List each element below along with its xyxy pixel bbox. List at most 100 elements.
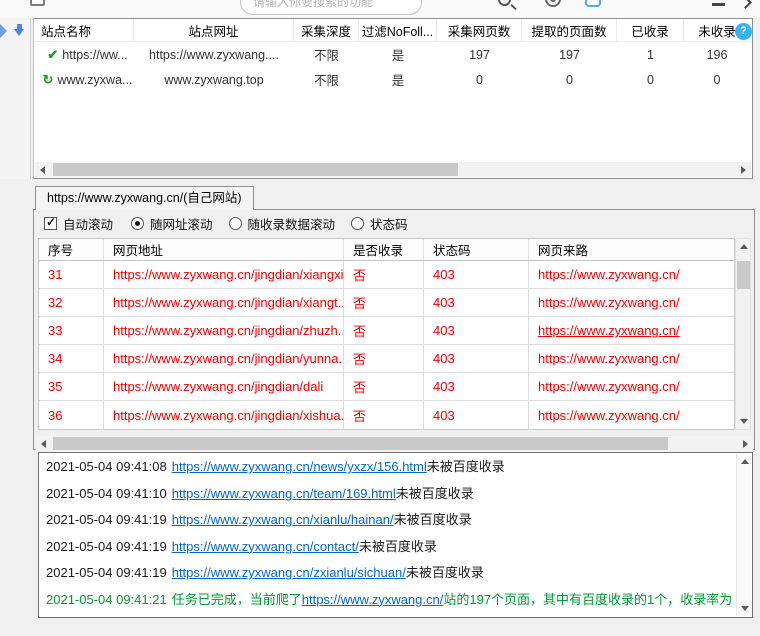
log-entry: 2021-05-04 09:41:21 任务已完成，当前爬了https://www… (46, 587, 734, 619)
top-toolbar (0, 0, 760, 18)
log-timestamp: 2021-05-04 09:41:19 (46, 512, 167, 527)
row-no: 32 (39, 289, 104, 316)
radio-label: 状态码 (370, 214, 408, 233)
scroll-controls: 自动滚动 随网址滚动 随收录数据滚动 状态码 (44, 210, 408, 237)
help-badge[interactable]: ? (735, 23, 752, 40)
table-row[interactable]: ✔ https://ww... https://www.zyxwang.... … (34, 42, 752, 67)
minimize-icon[interactable] (712, 3, 725, 6)
folder-icon[interactable] (30, 0, 45, 6)
scroll-right-icon[interactable] (736, 162, 751, 177)
tab-site[interactable]: https://www.zyxwang.cn/(自己网站) (35, 186, 254, 210)
radio-icon (351, 217, 364, 230)
table-row[interactable]: 34 https://www.zyxwang.cn/jingdian/yunna… (39, 345, 734, 373)
log-timestamp: 2021-05-04 09:41:19 (46, 539, 167, 554)
scrollbar-thumb[interactable] (53, 437, 668, 450)
page-url: https://www.zyxwang.cn/jingdian/xiangt..… (104, 289, 344, 316)
site-status-icon: ✔ (47, 47, 58, 63)
col-extracted[interactable]: 提取的页面数 (522, 19, 617, 41)
app-icon[interactable] (585, 0, 601, 7)
table-row[interactable]: 31 https://www.zyxwang.cn/jingdian/xiang… (39, 261, 734, 289)
log-link[interactable]: https://www.zyxwang.cn/contact/ (172, 539, 359, 554)
col-no[interactable]: 序号 (39, 239, 104, 260)
is-indexed: 否 (344, 345, 424, 372)
search-input[interactable] (240, 0, 422, 15)
log-entry: 2021-05-04 09:41:19 https://www.zyxwang.c… (46, 534, 734, 561)
scroll-down-icon[interactable] (736, 414, 751, 429)
table-row[interactable]: 33 https://www.zyxwang.cn/jingdian/zhuzh… (39, 317, 734, 345)
scroll-right-icon[interactable] (738, 436, 753, 451)
log-timestamp: 2021-05-04 09:41:21 (46, 592, 167, 607)
left-sidebar (0, 18, 31, 179)
scrollbar-thumb[interactable] (53, 163, 458, 176)
expand-icon[interactable] (739, 0, 752, 9)
col-nofollow[interactable]: 过滤NoFoll... (359, 19, 437, 41)
col-site-url[interactable]: 站点网址 (134, 19, 294, 41)
scroll-left-icon[interactable] (35, 162, 50, 177)
radio-option[interactable]: 随收录数据滚动 (229, 214, 336, 233)
col-depth[interactable]: 采集深度 (294, 19, 359, 41)
col-crawled[interactable]: 采集网页数 (437, 19, 522, 41)
referrer: https://www.zyxwang.cn/ (529, 317, 734, 344)
is-indexed: 否 (344, 401, 424, 429)
col-site-name[interactable]: 站点名称 (34, 19, 134, 41)
sites-table: 站点名称 站点网址 采集深度 过滤NoFoll... 采集网页数 提取的页面数 … (33, 18, 753, 179)
log-timestamp: 2021-05-04 09:41:10 (46, 486, 167, 501)
referrer: https://www.zyxwang.cn/ (529, 345, 734, 372)
referrer: https://www.zyxwang.cn/ (529, 261, 734, 288)
scrollbar-thumb[interactable] (737, 261, 750, 289)
log-entry: 2021-05-04 09:41:19 https://www.zyxwang.c… (46, 507, 734, 534)
pages-vertical-scrollbar[interactable] (735, 238, 751, 430)
is-indexed: 否 (344, 289, 424, 316)
site-status-icon: ↻ (43, 72, 54, 88)
scroll-left-icon[interactable] (36, 436, 51, 451)
radio-option[interactable]: 随网址滚动 (131, 214, 213, 233)
gear-icon[interactable] (545, 0, 561, 7)
site-extracted: 197 (522, 48, 617, 62)
table-row[interactable]: 35 https://www.zyxwang.cn/jingdian/dali … (39, 373, 734, 401)
col-is-indexed[interactable]: 是否收录 (344, 239, 424, 260)
log-suffix: 未被百度收录 (406, 565, 484, 580)
autoscroll-checkbox[interactable]: 自动滚动 (44, 214, 113, 233)
col-indexed[interactable]: 已收录 (617, 19, 684, 41)
log-prefix: 任务已完成，当前爬了 (172, 592, 302, 607)
referrer: https://www.zyxwang.cn/ (529, 373, 734, 400)
site-indexed: 1 (617, 48, 684, 62)
pages-table-header: 序号 网页地址 是否收录 状态码 网页来路 (39, 239, 734, 261)
checkbox-icon (44, 217, 57, 230)
table-row[interactable]: 32 https://www.zyxwang.cn/jingdian/xiang… (39, 289, 734, 317)
scroll-up-icon[interactable] (737, 454, 752, 469)
checkbox-label: 自动滚动 (63, 214, 113, 233)
radio-option[interactable]: 状态码 (351, 214, 408, 233)
search-icon[interactable] (498, 0, 511, 6)
sites-horizontal-scrollbar[interactable] (35, 162, 751, 177)
scroll-up-icon[interactable] (736, 239, 751, 254)
site-depth: 不限 (294, 70, 359, 89)
col-page-url[interactable]: 网页地址 (104, 239, 344, 260)
site-indexed: 0 (617, 73, 684, 87)
log-suffix: 未被百度收录 (396, 486, 474, 501)
log-timestamp: 2021-05-04 09:41:08 (46, 459, 167, 474)
is-indexed: 否 (344, 373, 424, 400)
log-link[interactable]: https://www.zyxwang.cn/ (302, 592, 444, 607)
log-link[interactable]: https://www.zyxwang.cn/news/yxzx/156.htm… (172, 459, 427, 474)
site-url: https://www.zyxwang.... (134, 48, 294, 62)
results-group: 自动滚动 随网址滚动 随收录数据滚动 状态码 (33, 209, 755, 450)
col-status-code[interactable]: 状态码 (424, 239, 529, 260)
log-lines: 2021-05-04 09:41:08 https://www.zyxwang.c… (46, 454, 734, 618)
row-no: 34 (39, 345, 104, 372)
log-link[interactable]: https://www.zyxwang.cn/zxianlu/sichuan/ (172, 565, 406, 580)
scroll-down-icon[interactable] (737, 601, 752, 616)
table-row[interactable]: ↻ www.zyxwa... www.zyxwang.top 不限 是 0 0 … (34, 67, 752, 92)
col-referrer[interactable]: 网页来路 (529, 239, 734, 260)
log-vertical-scrollbar[interactable] (736, 454, 751, 616)
pages-horizontal-scrollbar[interactable] (36, 436, 753, 452)
log-link[interactable]: https://www.zyxwang.cn/xianlu/hainan/ (172, 512, 394, 527)
log-link[interactable]: https://www.zyxwang.cn/team/169.html (172, 486, 396, 501)
page-url: https://www.zyxwang.cn/jingdian/dali (104, 373, 344, 400)
log-entry: 2021-05-04 09:41:10 https://www.zyxwang.c… (46, 481, 734, 508)
site-depth: 不限 (294, 45, 359, 64)
arrow-up-icon[interactable] (0, 24, 7, 38)
site-not-indexed: 196 (684, 48, 750, 62)
is-indexed: 否 (344, 317, 424, 344)
table-row[interactable]: 36 https://www.zyxwang.cn/jingdian/xishu… (39, 401, 734, 429)
